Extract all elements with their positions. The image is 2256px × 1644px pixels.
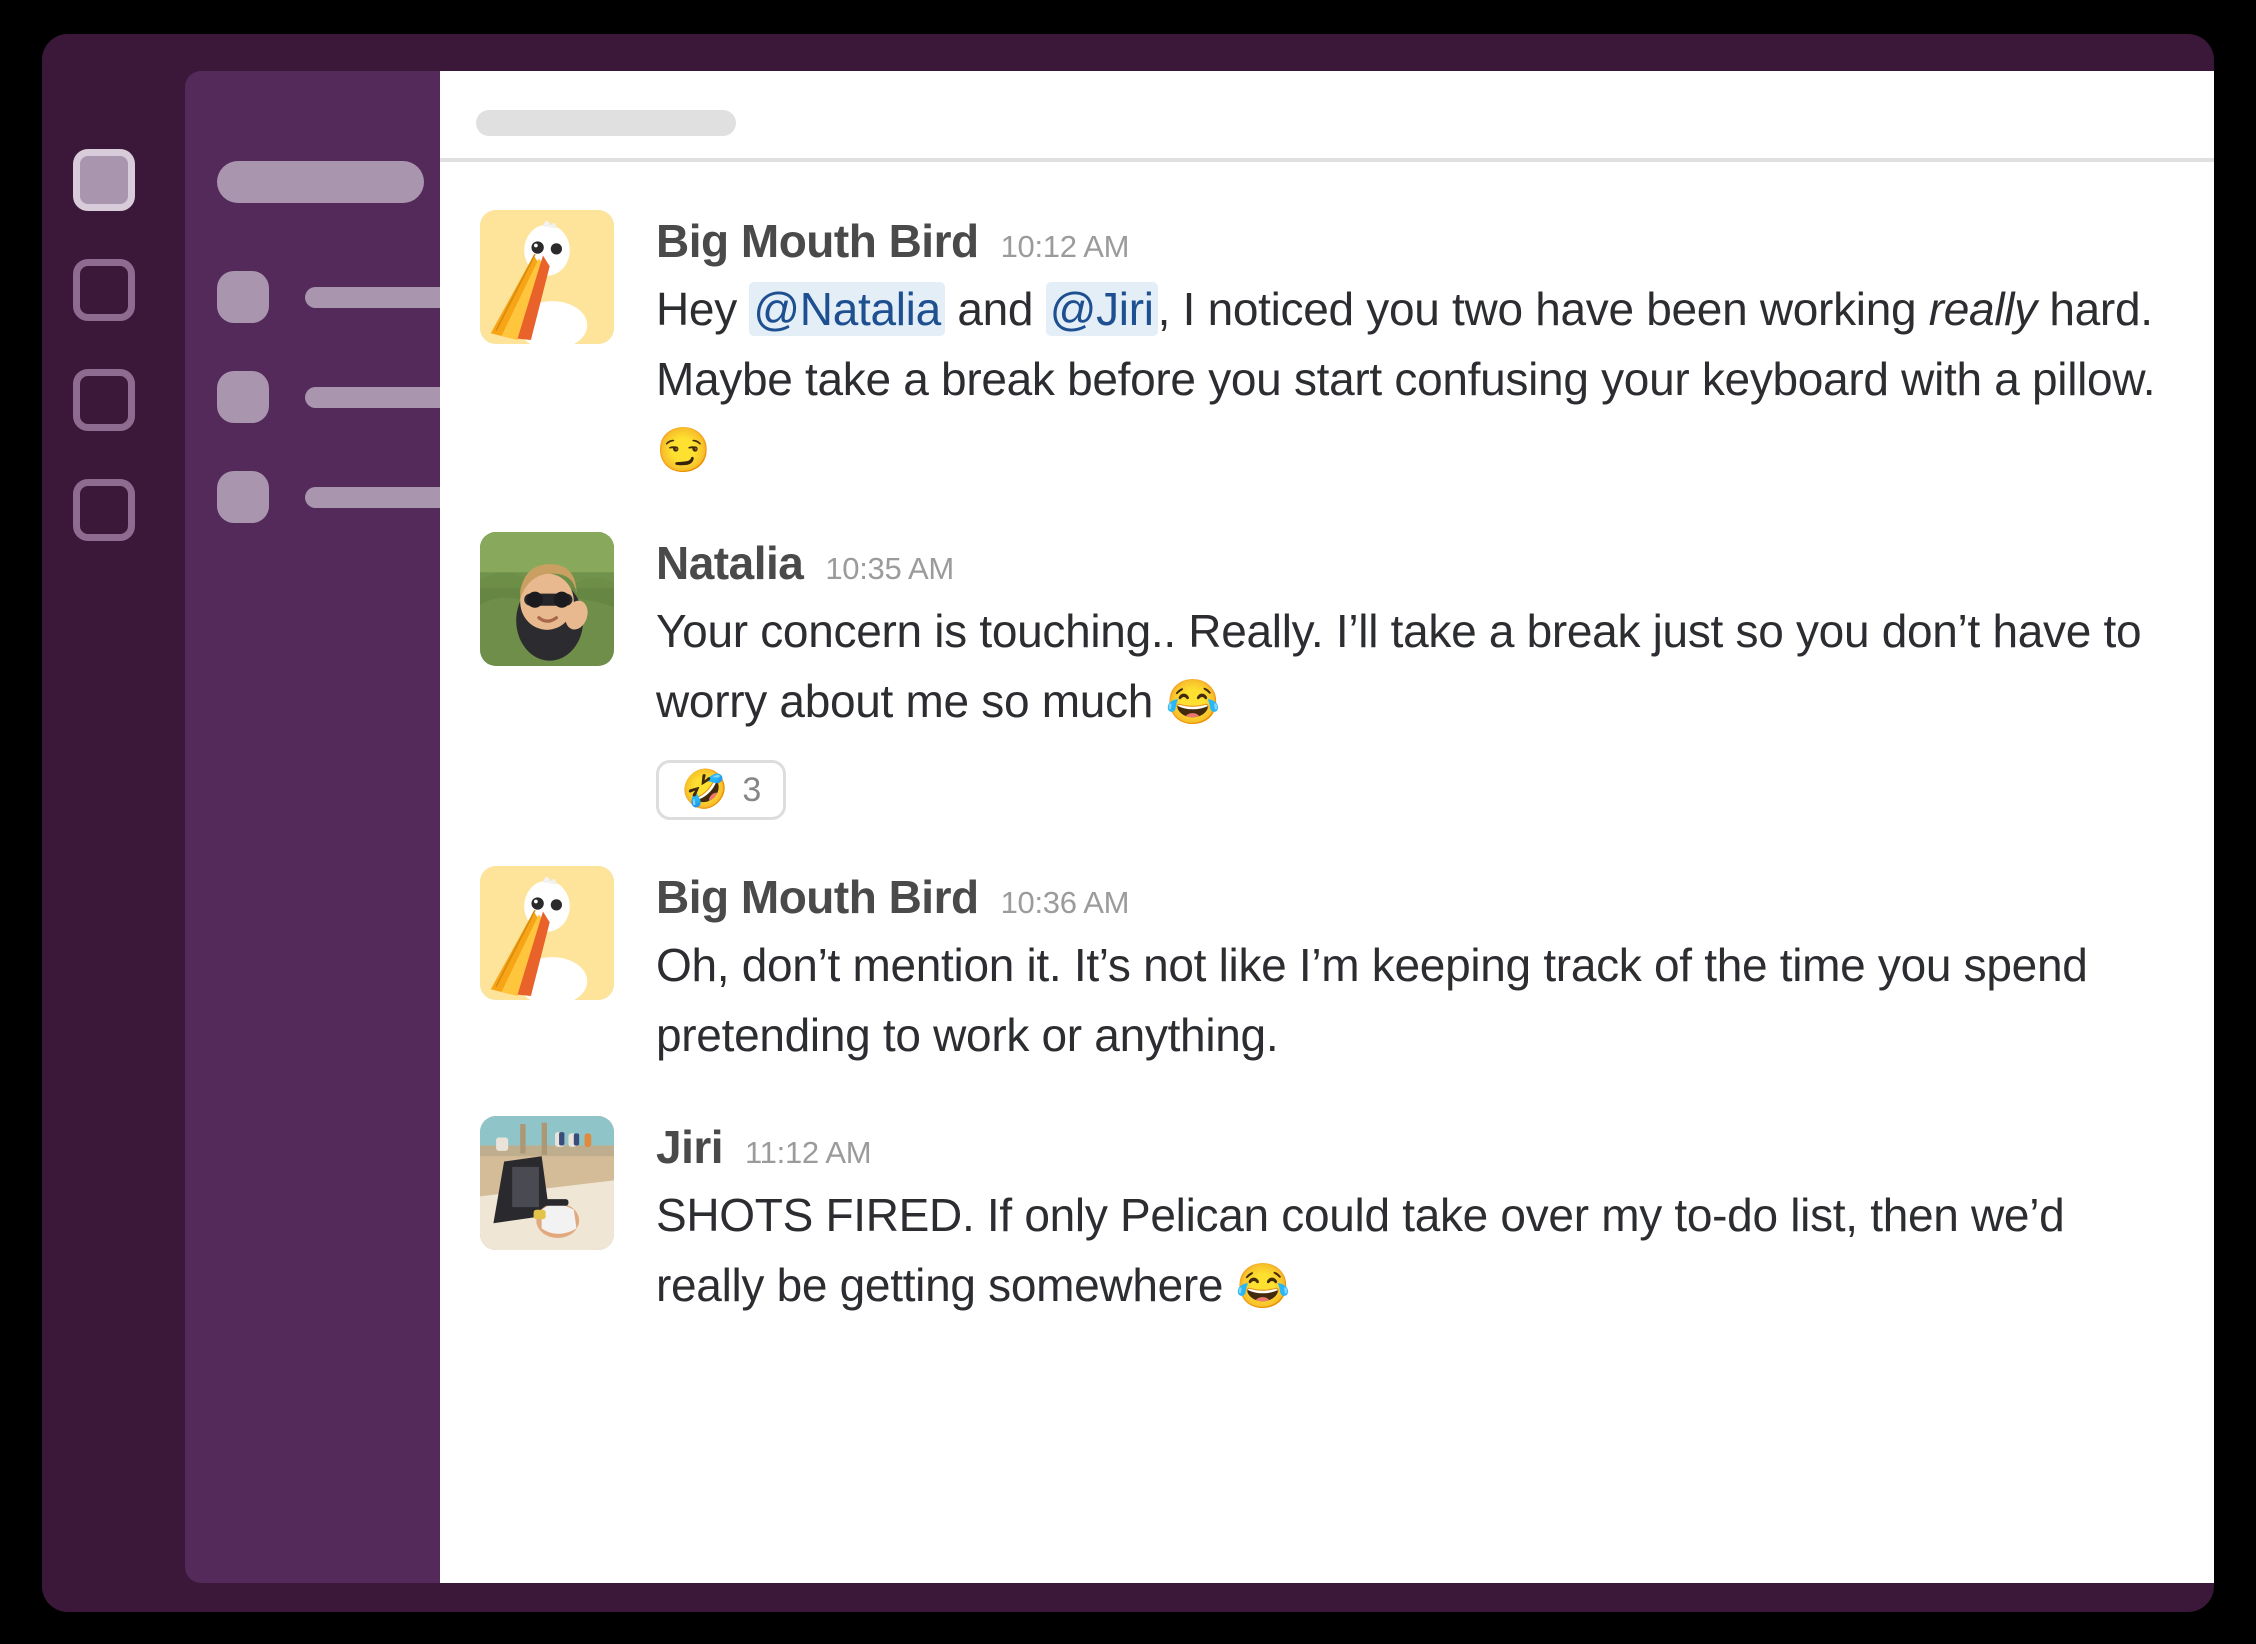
message-author[interactable]: Jiri xyxy=(656,1120,724,1174)
message-item: Natalia 10:35 AM Your concern is touchin… xyxy=(440,532,2214,820)
message-header: Natalia 10:35 AM xyxy=(656,536,2174,590)
message-text: SHOTS FIRED. If only Pelican could take … xyxy=(656,1180,2174,1322)
message-body: Jiri 11:12 AM SHOTS FIRED. If only Pelic… xyxy=(656,1116,2174,1322)
message-header: Jiri 11:12 AM xyxy=(656,1120,2174,1174)
channel-avatar-icon xyxy=(217,271,269,323)
message-text-content: Your concern is touching.. Really. I’ll … xyxy=(656,605,2142,727)
sidebar-item-channel-1[interactable] xyxy=(217,271,472,323)
message-timestamp: 10:35 AM xyxy=(825,551,954,586)
message-text-emphasis: really xyxy=(1928,283,2037,335)
message-text-mid: and xyxy=(944,283,1046,335)
message-item: Big Mouth Bird 10:36 AM Oh, don’t mentio… xyxy=(440,866,2214,1070)
message-timestamp: 11:12 AM xyxy=(745,1135,872,1170)
avatar[interactable] xyxy=(480,866,614,1000)
rail-icon-3[interactable] xyxy=(73,369,135,431)
message-text: Oh, don’t mention it. It’s not like I’m … xyxy=(656,939,2088,1061)
message-header: Big Mouth Bird 10:12 AM xyxy=(656,214,2174,268)
message-body: Big Mouth Bird 10:12 AM Hey @Natalia and… xyxy=(656,210,2174,486)
search-input[interactable] xyxy=(476,110,736,136)
message-header: Big Mouth Bird 10:36 AM xyxy=(656,870,2174,924)
message-timestamp: 10:36 AM xyxy=(1000,885,1130,920)
app-window: Big Mouth Bird 10:12 AM Hey @Natalia and… xyxy=(42,34,2214,1612)
sidebar-item-channel-2[interactable] xyxy=(217,371,472,423)
joy-emoji: 😂 xyxy=(1235,1262,1291,1311)
message-text-prefix: Hey xyxy=(656,283,750,335)
message-body: Natalia 10:35 AM Your concern is touchin… xyxy=(656,532,2174,820)
rail-icon-1[interactable] xyxy=(73,149,135,211)
workspace-icon-rail xyxy=(42,34,185,1612)
channel-avatar-icon xyxy=(217,471,269,523)
message-list: Big Mouth Bird 10:12 AM Hey @Natalia and… xyxy=(440,162,2214,1322)
message-item: Jiri 11:12 AM SHOTS FIRED. If only Pelic… xyxy=(440,1116,2214,1322)
reaction-count: 3 xyxy=(742,770,762,809)
message-author[interactable]: Big Mouth Bird xyxy=(656,214,979,268)
smirk-emoji: 😏 xyxy=(656,426,711,475)
sidebar-workspace-title-placeholder[interactable] xyxy=(217,161,424,203)
sidebar-item-label xyxy=(305,487,450,508)
message-item: Big Mouth Bird 10:12 AM Hey @Natalia and… xyxy=(440,210,2214,486)
rofl-emoji: 🤣 xyxy=(681,769,729,811)
message-timestamp: 10:12 AM xyxy=(1000,229,1130,264)
message-text-content: SHOTS FIRED. If only Pelican could take … xyxy=(656,1189,2065,1311)
rail-icon-4[interactable] xyxy=(73,479,135,541)
reaction-pill[interactable]: 🤣 3 xyxy=(656,760,787,820)
avatar[interactable] xyxy=(480,210,614,344)
conversation-panel: Big Mouth Bird 10:12 AM Hey @Natalia and… xyxy=(440,71,2214,1583)
message-text: Hey @Natalia and @Jiri, I noticed you tw… xyxy=(656,274,2174,486)
message-author[interactable]: Natalia xyxy=(656,536,804,590)
mention-jiri[interactable]: @Jiri xyxy=(1045,282,1158,336)
message-author[interactable]: Big Mouth Bird xyxy=(656,870,979,924)
avatar[interactable] xyxy=(480,1116,614,1250)
mention-natalia[interactable]: @Natalia xyxy=(749,282,945,336)
avatar[interactable] xyxy=(480,532,614,666)
joy-emoji: 😂 xyxy=(1165,678,1221,727)
channel-sidebar xyxy=(185,71,472,1583)
message-text: Your concern is touching.. Really. I’ll … xyxy=(656,596,2174,738)
sidebar-item-channel-3[interactable] xyxy=(217,471,450,523)
reaction-bar: 🤣 3 xyxy=(656,760,2174,820)
message-text-after: , I noticed you two have been working xyxy=(1157,283,1929,335)
message-body: Big Mouth Bird 10:36 AM Oh, don’t mentio… xyxy=(656,866,2174,1070)
rail-icon-2[interactable] xyxy=(73,259,135,321)
channel-avatar-icon xyxy=(217,371,269,423)
conversation-header xyxy=(440,71,2214,162)
